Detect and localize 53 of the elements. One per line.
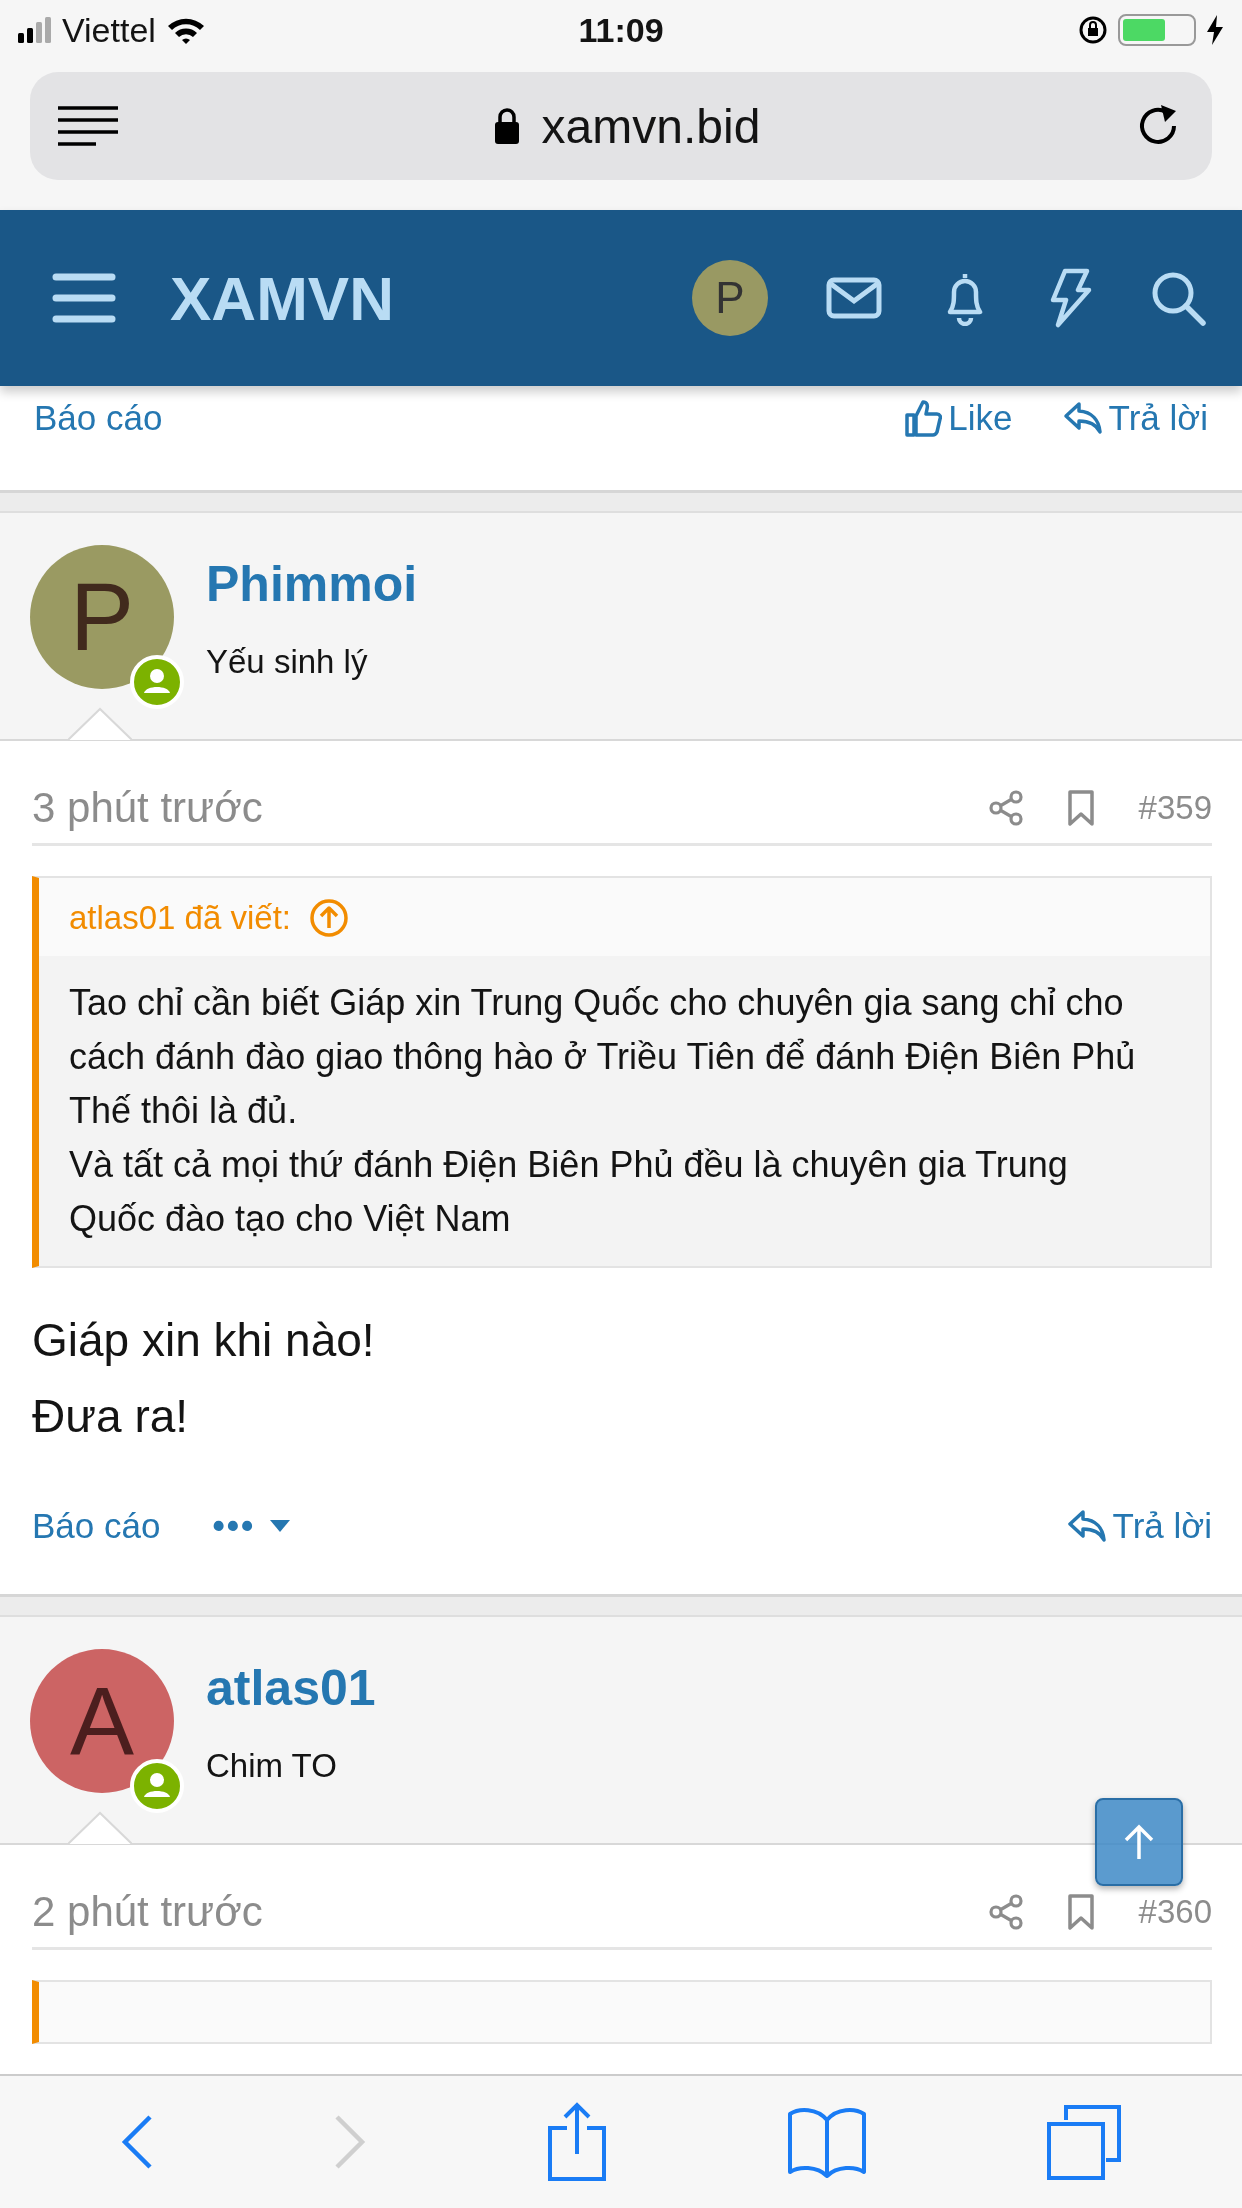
thumbs-up-icon: [904, 399, 943, 437]
carrier-name: Viettel: [62, 10, 156, 50]
author-avatar[interactable]: P: [30, 545, 174, 689]
battery-icon: [1118, 14, 1196, 46]
share-icon[interactable]: [547, 2102, 607, 2182]
report-link[interactable]: Báo cáo: [32, 1506, 161, 1546]
caret-icon: [269, 1519, 292, 1533]
share-icon[interactable]: [988, 1894, 1023, 1930]
charging-bolt-icon: [1206, 15, 1224, 45]
reply-button[interactable]: Trả lời: [1062, 398, 1208, 438]
reply-arrow-icon: [1066, 1509, 1107, 1543]
post-time[interactable]: 2 phút trước: [32, 1888, 263, 1936]
rotation-lock-icon: [1078, 15, 1108, 45]
post-text: Đưa ra!: [32, 1389, 190, 1444]
post-number[interactable]: #360: [1138, 1893, 1212, 1931]
mail-icon[interactable]: [826, 277, 882, 319]
post-text: Giáp xin khi nào!: [32, 1313, 376, 1368]
scroll-to-top-button[interactable]: [1095, 1798, 1183, 1886]
back-icon[interactable]: [119, 2114, 154, 2170]
lock-icon: [493, 107, 520, 145]
bookmark-icon[interactable]: [1066, 790, 1095, 826]
bookmark-icon[interactable]: [1066, 1894, 1095, 1930]
share-icon[interactable]: [988, 790, 1023, 826]
post-time[interactable]: 3 phút trước: [32, 784, 263, 832]
clock-time: 11:09: [578, 10, 664, 50]
like-button[interactable]: Like: [904, 398, 1013, 438]
author-name[interactable]: atlas01: [206, 1659, 376, 1717]
lightning-icon[interactable]: [1048, 268, 1092, 328]
user-title: Yếu sinh lý: [206, 643, 369, 681]
url-text: xamvn.bid: [541, 98, 761, 154]
site-logo[interactable]: XAMVN: [170, 262, 394, 334]
reader-icon[interactable]: [58, 105, 118, 147]
tabs-icon[interactable]: [1046, 2104, 1123, 2180]
quote-text: Và tất cả mọi thứ đánh Điện Biên Phủ đều là chuyên gia Trung Quốc đào tạo cho Việt Nam: [69, 1143, 1069, 1241]
post-number[interactable]: #359: [1138, 789, 1212, 827]
reply-arrow-icon: [1062, 401, 1103, 435]
quote-text: Thế thôi là đủ.: [69, 1089, 299, 1133]
arrow-up-circle-icon[interactable]: [309, 898, 349, 938]
user-title: Chim TO: [206, 1747, 338, 1785]
search-icon[interactable]: [1150, 270, 1206, 326]
book-icon[interactable]: [786, 2106, 867, 2178]
user-avatar[interactable]: P: [692, 260, 768, 336]
address-bar[interactable]: xamvn.bid: [30, 72, 1212, 180]
quote-author[interactable]: atlas01 đã viết:: [69, 899, 291, 937]
author-avatar[interactable]: A: [30, 1649, 174, 1793]
report-link[interactable]: Báo cáo: [34, 398, 163, 438]
menu-icon[interactable]: [52, 272, 116, 324]
more-menu[interactable]: •••: [212, 1506, 292, 1546]
arrow-up-icon: [1122, 1823, 1156, 1861]
author-name[interactable]: Phimmoi: [206, 555, 418, 613]
quote-text: Tao chỉ cần biết Giáp xin Trung Quốc cho chuyên gia sang chỉ cho cách đánh đào giao thông hào ở Triều Tiên để đánh Điện Biên Phủ: [69, 981, 1137, 1079]
reply-button[interactable]: Trả lời: [1066, 1506, 1212, 1546]
signal-icon: [18, 17, 52, 43]
